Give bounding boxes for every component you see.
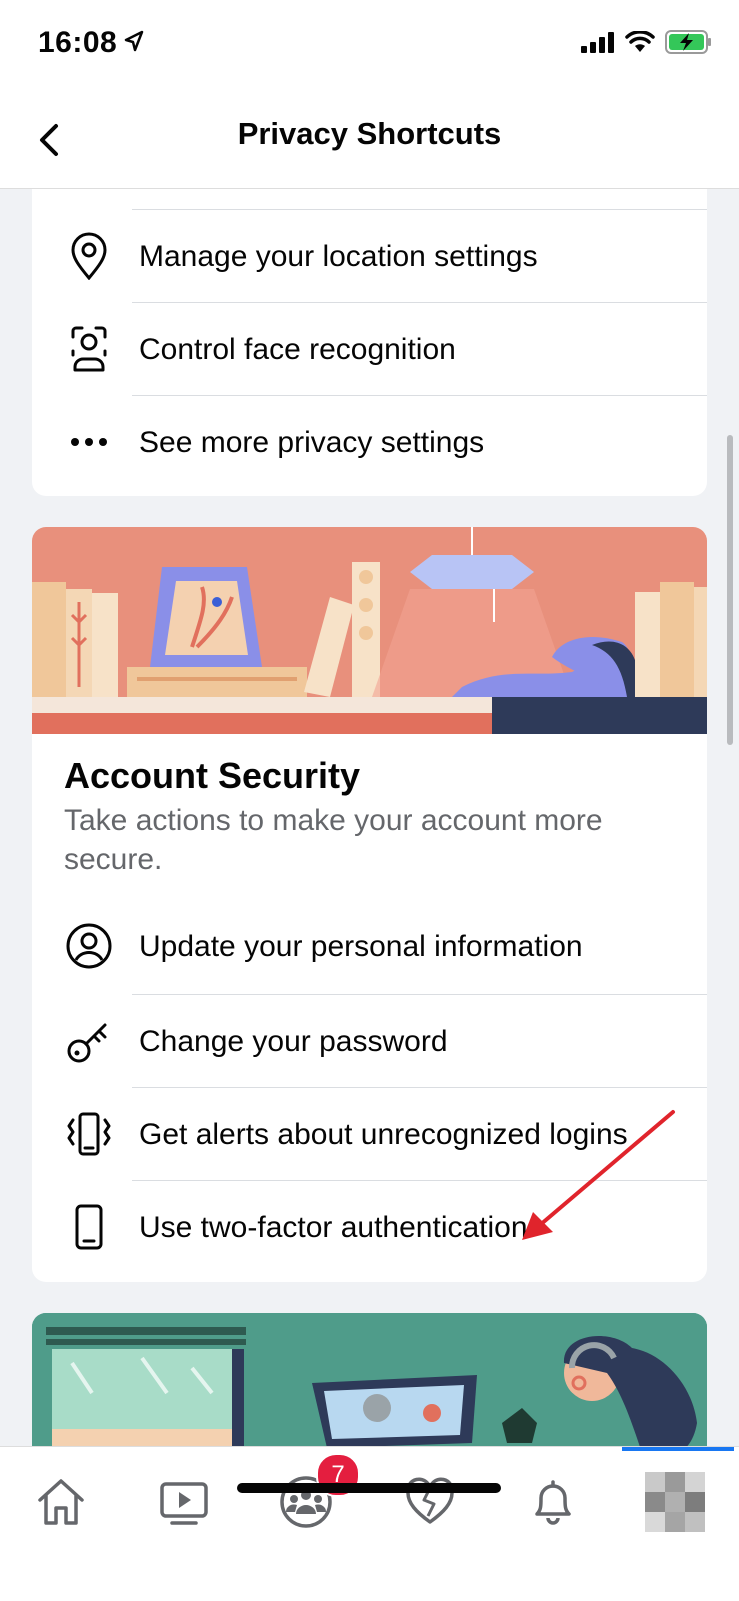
tab-bar: 7 xyxy=(0,1446,739,1601)
security-row-change-password[interactable]: Change your password xyxy=(32,994,707,1089)
security-row-two-factor[interactable]: Use two-factor authentication xyxy=(32,1180,707,1275)
tab-home[interactable] xyxy=(26,1467,96,1537)
row-label: Control face recognition xyxy=(139,333,456,366)
privacy-row-more-settings[interactable]: See more privacy settings xyxy=(32,395,707,490)
phone-icon xyxy=(64,1202,114,1252)
section-title: Account Security xyxy=(64,755,361,796)
home-indicator[interactable] xyxy=(237,1483,501,1493)
account-security-card: Account Security Take actions to make yo… xyxy=(32,527,707,1282)
account-security-illustration xyxy=(32,527,707,734)
row-label: Use two-factor authentication xyxy=(139,1211,528,1244)
more-dots-icon xyxy=(64,417,114,467)
home-icon xyxy=(38,1479,84,1525)
face-scan-icon xyxy=(64,324,114,374)
row-label: Get alerts about unrecognized logins xyxy=(139,1118,628,1151)
tab-dating[interactable] xyxy=(395,1467,465,1537)
location-pin-icon xyxy=(64,231,114,281)
page-title: Privacy Shortcuts xyxy=(237,116,502,151)
person-circle-icon xyxy=(64,921,114,971)
privacy-row-face-recognition[interactable]: Control face recognition xyxy=(32,302,707,397)
active-tab-indicator xyxy=(622,1447,734,1451)
navigation-bar: Privacy Shortcuts xyxy=(0,92,739,189)
privacy-card: Manage your location settings Control fa… xyxy=(32,189,707,496)
content-area[interactable]: Manage your location settings Control fa… xyxy=(0,189,739,1446)
row-label: Manage your location settings xyxy=(139,240,538,273)
location-arrow-icon xyxy=(124,30,144,52)
next-section-card xyxy=(32,1313,707,1446)
security-row-personal-info[interactable]: Update your personal information xyxy=(32,899,707,994)
privacy-row-location[interactable]: Manage your location settings xyxy=(32,209,707,304)
profile-avatar-icon xyxy=(645,1472,705,1532)
watch-icon xyxy=(160,1482,208,1525)
row-label: Update your personal information xyxy=(139,930,583,963)
battery-charging-icon xyxy=(665,30,711,54)
scrollbar[interactable] xyxy=(727,435,733,745)
wifi-icon xyxy=(625,31,655,52)
row-label: See more privacy settings xyxy=(139,426,485,459)
cellular-signal-icon xyxy=(581,32,614,53)
status-bar: 16:08 xyxy=(0,0,739,92)
vibrating-phone-icon xyxy=(64,1109,114,1159)
security-row-login-alerts[interactable]: Get alerts about unrecognized logins xyxy=(32,1087,707,1182)
tab-profile[interactable] xyxy=(640,1467,710,1537)
row-label: Change your password xyxy=(139,1025,448,1058)
next-section-illustration xyxy=(32,1313,707,1446)
tab-watch[interactable] xyxy=(149,1467,219,1537)
notifications-bell-icon xyxy=(535,1480,571,1525)
tab-notifications[interactable] xyxy=(518,1467,588,1537)
status-time: 16:08 xyxy=(38,26,118,59)
section-description: Take actions to make your account more s… xyxy=(64,804,603,876)
key-icon xyxy=(64,1016,114,1066)
